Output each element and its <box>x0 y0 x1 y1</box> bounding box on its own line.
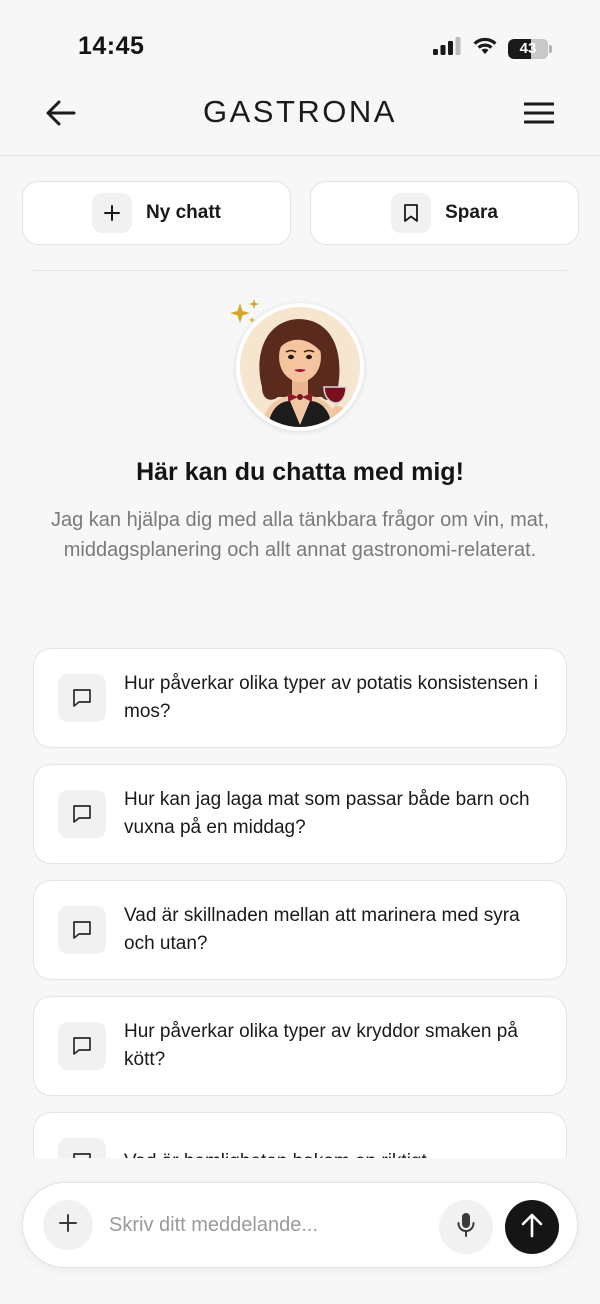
battery-level: 43 <box>519 39 537 57</box>
suggestion-text: Vad är hemligheten bakom en riktigt <box>124 1148 427 1158</box>
new-chat-button[interactable]: Ny chatt <box>22 181 291 245</box>
wifi-icon <box>472 36 498 61</box>
suggestion-item[interactable]: Vad är hemligheten bakom en riktigt <box>33 1112 567 1158</box>
intro-description: Jag kan hjälpa dig med alla tänkbara frå… <box>50 509 550 561</box>
signal-icon <box>432 36 462 61</box>
sparkle-icon <box>228 297 262 336</box>
suggestion-item[interactable]: Hur påverkar olika typer av potatis kons… <box>33 648 567 748</box>
status-bar: 14:45 43 <box>0 0 600 84</box>
menu-button[interactable] <box>518 94 560 136</box>
bookmark-icon <box>391 193 432 233</box>
microphone-icon <box>456 1212 476 1243</box>
status-time: 14:45 <box>78 32 145 60</box>
divider <box>33 270 567 271</box>
assistant-avatar-wrap <box>230 299 364 431</box>
plus-icon <box>58 1213 78 1238</box>
chat-bubble-icon <box>58 1138 106 1158</box>
chat-bubble-icon <box>58 1022 106 1070</box>
suggestion-text: Hur påverkar olika typer av potatis kons… <box>124 673 538 722</box>
suggestion-item[interactable]: Hur påverkar olika typer av kryddor smak… <box>33 996 567 1096</box>
attach-button[interactable] <box>43 1200 93 1250</box>
suggestion-item[interactable]: Vad är skillnaden mellan att marinera me… <box>33 880 567 980</box>
suggestion-list: Hur påverkar olika typer av potatis kons… <box>33 648 567 1158</box>
status-icons: 43 <box>432 36 552 61</box>
chat-bubble-icon <box>58 674 106 722</box>
suggestion-text: Vad är skillnaden mellan att marinera me… <box>124 905 520 954</box>
send-button[interactable] <box>505 1200 559 1254</box>
intro-title: Här kan du chatta med mig! <box>136 458 464 486</box>
suggestion-text: Hur kan jag laga mat som passar både bar… <box>124 789 530 838</box>
chat-screen: 14:45 43 GASTRONA Ny chatt Spara Här kan… <box>0 0 600 1304</box>
action-row: Ny chatt Spara <box>22 181 579 245</box>
chat-bubble-icon <box>58 790 106 838</box>
hamburger-menu-icon <box>523 102 555 129</box>
suggestion-item[interactable]: Hur kan jag laga mat som passar både bar… <box>33 764 567 864</box>
microphone-button[interactable] <box>439 1200 493 1254</box>
battery-icon: 43 <box>508 38 552 59</box>
app-header: GASTRONA <box>0 84 600 156</box>
chat-bubble-icon <box>58 906 106 954</box>
message-composer <box>22 1182 578 1268</box>
suggestion-text: Hur påverkar olika typer av kryddor smak… <box>124 1021 518 1070</box>
plus-icon <box>92 193 133 233</box>
message-input[interactable] <box>109 1205 439 1245</box>
new-chat-label: Ny chatt <box>146 202 221 223</box>
save-button[interactable]: Spara <box>310 181 579 245</box>
arrow-up-icon <box>520 1212 544 1243</box>
save-label: Spara <box>445 202 498 223</box>
brand-logo: GASTRONA <box>203 94 397 129</box>
